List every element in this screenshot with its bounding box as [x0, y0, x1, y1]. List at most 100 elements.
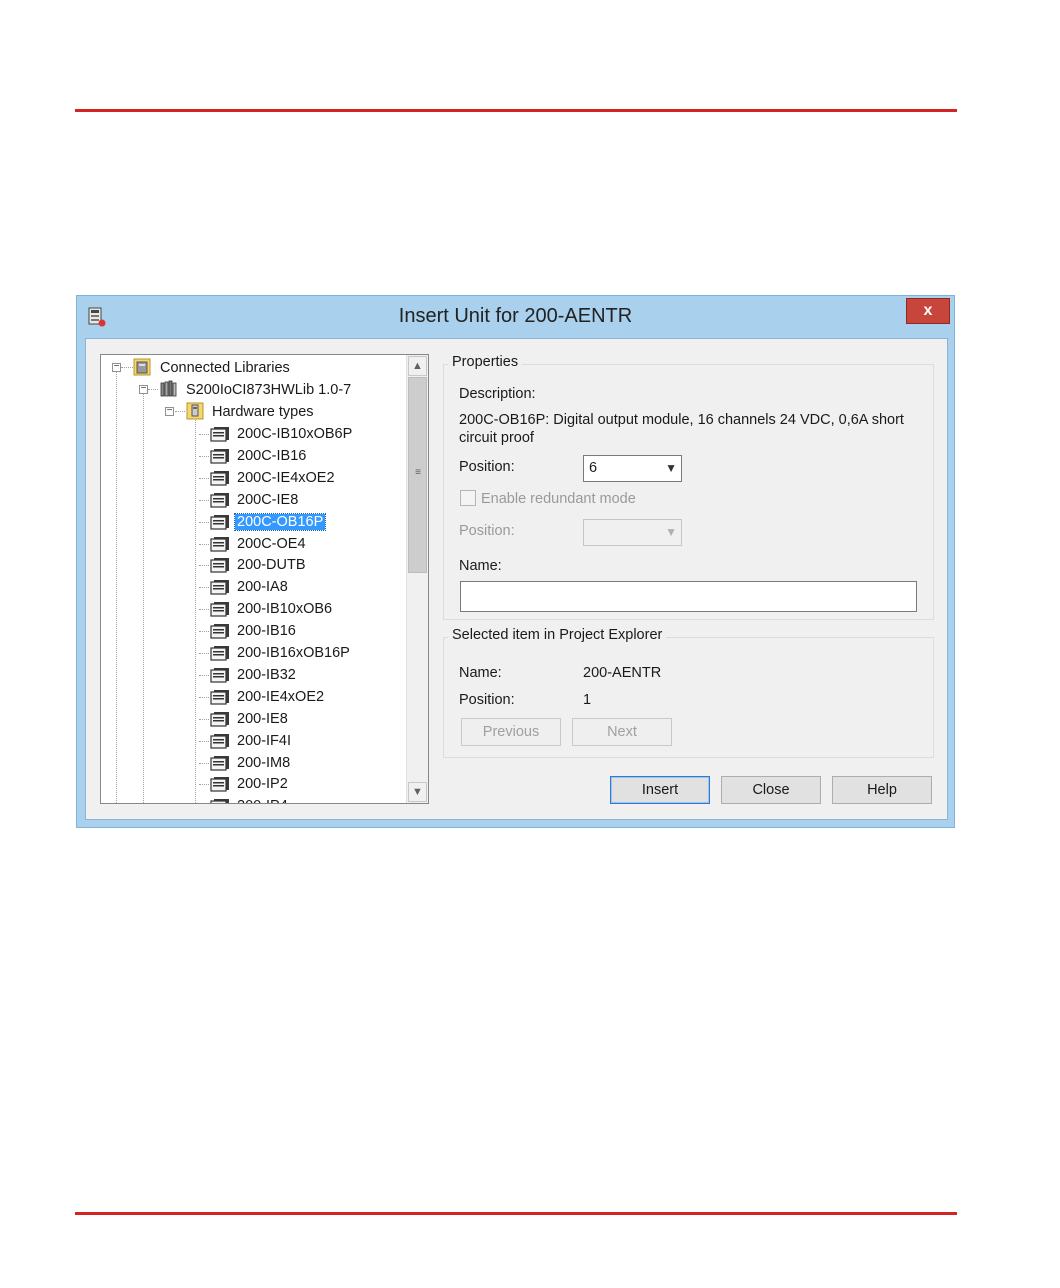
tree-vertical-scrollbar[interactable]: ▲ ≡ ▼ — [406, 355, 428, 803]
dialog-client-area: − Connected Libraries − S200IoCI873HWLib… — [85, 338, 948, 820]
tree-item[interactable]: 200-IF4I — [235, 730, 293, 752]
bottom-red-rule — [75, 1212, 957, 1215]
title-bar[interactable]: Insert Unit for 200-AENTR x — [77, 296, 954, 338]
tree-item[interactable]: 200C-IE8 — [235, 489, 300, 511]
tree-guide-line — [199, 631, 209, 632]
tree-guide-line — [199, 500, 209, 501]
tree-guide-line — [199, 587, 209, 588]
grip-icon: ≡ — [415, 467, 421, 478]
tree-item[interactable]: 200-IB16 — [235, 620, 298, 642]
properties-group: Properties Description: 200C-OB16P: Digi… — [443, 354, 934, 620]
hardware-module-icon — [210, 712, 229, 727]
hardware-module-icon — [210, 690, 229, 705]
tree-guide-line — [199, 697, 209, 698]
tree-item[interactable]: 200-IE8 — [235, 708, 290, 730]
tree-item-label: 200C-OE4 — [237, 536, 306, 552]
hardware-module-icon — [210, 646, 229, 661]
tree-item[interactable]: 200-IE4xOE2 — [235, 686, 326, 708]
tree-node-connected-libraries[interactable]: Connected Libraries — [158, 357, 292, 379]
tree-guide-line — [199, 456, 209, 457]
tree-item[interactable]: 200-IA8 — [235, 576, 290, 598]
selected-position-label: Position: — [459, 692, 515, 708]
tree-guide-line — [199, 565, 209, 566]
tree-item-label: 200C-OB16P — [233, 513, 327, 531]
tree-item[interactable]: 200-IP2 — [235, 773, 290, 795]
tree-item-label: 200-IB16 — [237, 623, 296, 639]
tree-guide-line — [199, 522, 209, 523]
chevron-down-icon: ▼ — [665, 525, 677, 539]
hardware-module-icon — [210, 471, 229, 486]
tree-guide-line — [199, 609, 209, 610]
tree-guide-line — [199, 544, 209, 545]
tree-item[interactable]: 200-IB10xOB6 — [235, 598, 334, 620]
next-button[interactable]: Next — [572, 718, 672, 746]
tree-item-label: 200-IP4 — [235, 798, 290, 803]
tree-item[interactable]: 200C-IE4xOE2 — [235, 467, 337, 489]
name-label: Name: — [459, 558, 502, 574]
connected-libraries-icon — [133, 358, 151, 376]
tree-guide-line — [199, 763, 209, 764]
scroll-down-arrow-icon[interactable]: ▼ — [408, 782, 427, 802]
tree-item[interactable]: 200C-OB16P — [233, 511, 327, 533]
description-text-line1: 200C-OB16P: Digital output module, 16 ch… — [459, 412, 904, 428]
tree-item[interactable]: 200-IB16xOB16P — [235, 642, 352, 664]
hardware-module-icon — [210, 799, 229, 803]
tree-item-label: 200-IB32 — [237, 667, 296, 683]
hardware-module-icon — [210, 602, 229, 617]
tree-item-label: 200-IB16xOB16P — [237, 645, 350, 661]
tree-collapse-toggle[interactable]: − — [139, 384, 148, 394]
previous-button[interactable]: Previous — [461, 718, 561, 746]
insert-unit-dialog: Insert Unit for 200-AENTR x − Connected … — [76, 295, 955, 828]
tree-guide-line — [199, 675, 209, 676]
tree-item[interactable]: 200C-IB10xOB6P — [235, 423, 354, 445]
tree-item[interactable]: 200-DUTB — [235, 554, 308, 576]
tree-item[interactable]: 200-IP4 — [235, 795, 290, 803]
tree-collapse-toggle[interactable]: − — [165, 406, 174, 416]
tree-item-label: 200-IE8 — [237, 711, 288, 727]
scroll-thumb[interactable]: ≡ — [408, 377, 427, 573]
selected-name-value: 200-AENTR — [583, 665, 662, 681]
tree-guide-line — [199, 434, 209, 435]
library-icon — [160, 380, 177, 397]
redundant-position-select[interactable]: ▼ — [583, 519, 682, 546]
close-window-button[interactable]: x — [906, 298, 950, 324]
close-button[interactable]: Close — [721, 776, 821, 804]
insert-button[interactable]: Insert — [610, 776, 710, 804]
tree-item-label: 200C-IB10xOB6P — [237, 426, 353, 442]
tree-collapse-toggle[interactable]: − — [112, 362, 121, 372]
selected-item-group: Selected item in Project Explorer Name: … — [443, 627, 934, 758]
enable-redundant-label: Enable redundant mode — [481, 491, 636, 507]
tree-item[interactable]: 200C-OE4 — [235, 533, 308, 555]
position-label: Position: — [459, 459, 515, 475]
name-input[interactable] — [460, 581, 917, 612]
tree-item[interactable]: 200-IB32 — [235, 664, 298, 686]
position-select[interactable]: 6 ▼ — [583, 455, 682, 482]
properties-group-title: Properties — [448, 354, 523, 370]
redundant-position-label: Position: — [459, 523, 515, 539]
tree-item-label: 200-IF4I — [237, 733, 291, 749]
tree-item-label: 200-IP2 — [237, 776, 288, 792]
top-red-rule — [75, 109, 957, 112]
tree-guide-line — [199, 784, 209, 785]
selected-name-label: Name: — [459, 665, 502, 681]
chevron-down-icon: ▼ — [665, 461, 677, 475]
hardware-module-icon — [210, 756, 229, 771]
scroll-up-arrow-icon[interactable]: ▲ — [408, 356, 427, 376]
tree-node-library[interactable]: S200IoCI873HWLib 1.0-7 — [184, 379, 353, 401]
tree-guide-line — [175, 411, 185, 412]
position-select-value: 6 — [589, 460, 598, 476]
hardware-module-icon — [210, 777, 229, 792]
tree-guide-line — [199, 653, 209, 654]
tree-item[interactable]: 200-IM8 — [235, 752, 292, 774]
hardware-module-icon — [210, 558, 229, 573]
library-tree[interactable]: − Connected Libraries − S200IoCI873HWLib… — [100, 354, 429, 804]
tree-item[interactable]: 200C-IB16 — [235, 445, 308, 467]
help-button[interactable]: Help — [832, 776, 932, 804]
tree-node-hardware-types[interactable]: Hardware types — [210, 401, 316, 423]
hardware-types-folder-icon — [186, 402, 204, 420]
enable-redundant-checkbox[interactable] — [460, 490, 476, 506]
hardware-module-icon — [210, 515, 229, 530]
tree-item-label: 200-IM8 — [237, 755, 291, 771]
description-label: Description: — [459, 386, 536, 402]
hardware-module-icon — [210, 537, 229, 552]
